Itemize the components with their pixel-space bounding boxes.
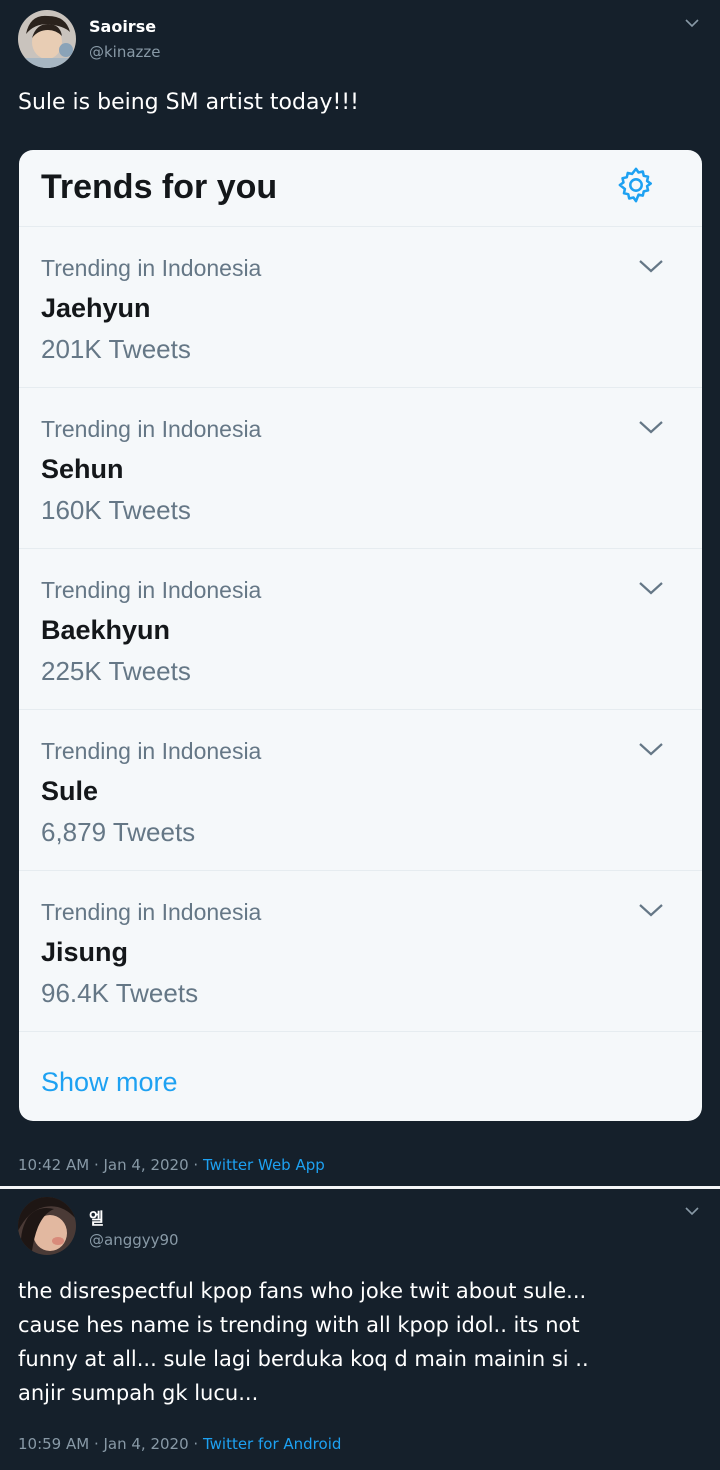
trend-context: Trending in Indonesia: [41, 738, 262, 764]
trend-count: 225K Tweets: [41, 656, 191, 686]
tweet-text: the disrespectful kpop fans who joke twi…: [18, 1274, 690, 1410]
trend-context: Trending in Indonesia: [41, 899, 262, 925]
show-more-link[interactable]: Show more: [41, 1067, 178, 1098]
trend-count: 96.4K Tweets: [41, 978, 199, 1008]
trend-context: Trending in Indonesia: [41, 255, 262, 281]
trend-context: Trending in Indonesia: [41, 416, 262, 442]
trend-name: Jisung: [41, 937, 129, 967]
timestamp[interactable]: 10:42 AM · Jan 4, 2020 ·: [18, 1156, 203, 1174]
trend-name: Sehun: [41, 454, 124, 484]
chevron-down-icon[interactable]: [684, 1203, 700, 1219]
avatar[interactable]: [18, 1197, 76, 1255]
trend-name: Baekhyun: [41, 615, 171, 645]
trend-item[interactable]: Trending in Indonesia Sule 6,879 Tweets: [19, 710, 702, 871]
tweet-text-line: the disrespectful kpop fans who joke twi…: [18, 1279, 587, 1303]
source-link[interactable]: Twitter for Android: [203, 1435, 341, 1453]
display-name[interactable]: 엘: [89, 1205, 104, 1229]
chevron-down-icon[interactable]: [637, 740, 665, 758]
trend-item[interactable]: Trending in Indonesia Jaehyun 201K Tweet…: [19, 227, 702, 388]
trend-count: 160K Tweets: [41, 495, 191, 525]
tweet-text: Sule is being SM artist today!!!: [18, 90, 359, 115]
chevron-down-icon[interactable]: [684, 15, 700, 31]
trend-count: 6,879 Tweets: [41, 817, 196, 847]
chevron-down-icon[interactable]: [637, 418, 665, 436]
trend-item[interactable]: Trending in Indonesia Baekhyun 225K Twee…: [19, 549, 702, 710]
tweet-meta: 10:59 AM · Jan 4, 2020 · Twitter for And…: [18, 1435, 341, 1453]
trend-context: Trending in Indonesia: [41, 577, 262, 603]
timestamp[interactable]: 10:59 AM · Jan 4, 2020 ·: [18, 1435, 203, 1453]
avatar[interactable]: [18, 10, 76, 68]
handle[interactable]: @anggyy90: [89, 1231, 179, 1249]
tweet-2[interactable]: 엘 @anggyy90 the disrespectful kpop fans …: [0, 1189, 720, 1470]
trend-item[interactable]: Trending in Indonesia Jisung 96.4K Tweet…: [19, 871, 702, 1032]
trend-name: Jaehyun: [41, 293, 151, 323]
chevron-down-icon[interactable]: [637, 257, 665, 275]
tweet-meta: 10:42 AM · Jan 4, 2020 · Twitter Web App: [18, 1156, 325, 1174]
trend-count: 201K Tweets: [41, 334, 191, 364]
handle[interactable]: @kinazze: [89, 43, 161, 61]
gear-icon[interactable]: [617, 166, 655, 204]
card-title: Trends for you: [41, 168, 278, 206]
trend-item[interactable]: Trending in Indonesia Sehun 160K Tweets: [19, 388, 702, 549]
trends-card: Trends for you Trending in Indonesia Jae…: [19, 150, 702, 1121]
chevron-down-icon[interactable]: [637, 579, 665, 597]
tweet-text-line: funny at all... sule lagi berduka koq d …: [18, 1347, 589, 1371]
tweet-text-line: anjir sumpah gk lucu...: [18, 1381, 259, 1405]
chevron-down-icon[interactable]: [637, 901, 665, 919]
tweet-text-line: cause hes name is trending with all kpop…: [18, 1313, 580, 1337]
source-link[interactable]: Twitter Web App: [203, 1156, 325, 1174]
card-header: Trends for you: [19, 150, 702, 227]
trend-name: Sule: [41, 776, 99, 806]
tweet-1[interactable]: Saoirse @kinazze Sule is being SM artist…: [0, 0, 720, 1186]
display-name[interactable]: Saoirse: [89, 17, 156, 36]
